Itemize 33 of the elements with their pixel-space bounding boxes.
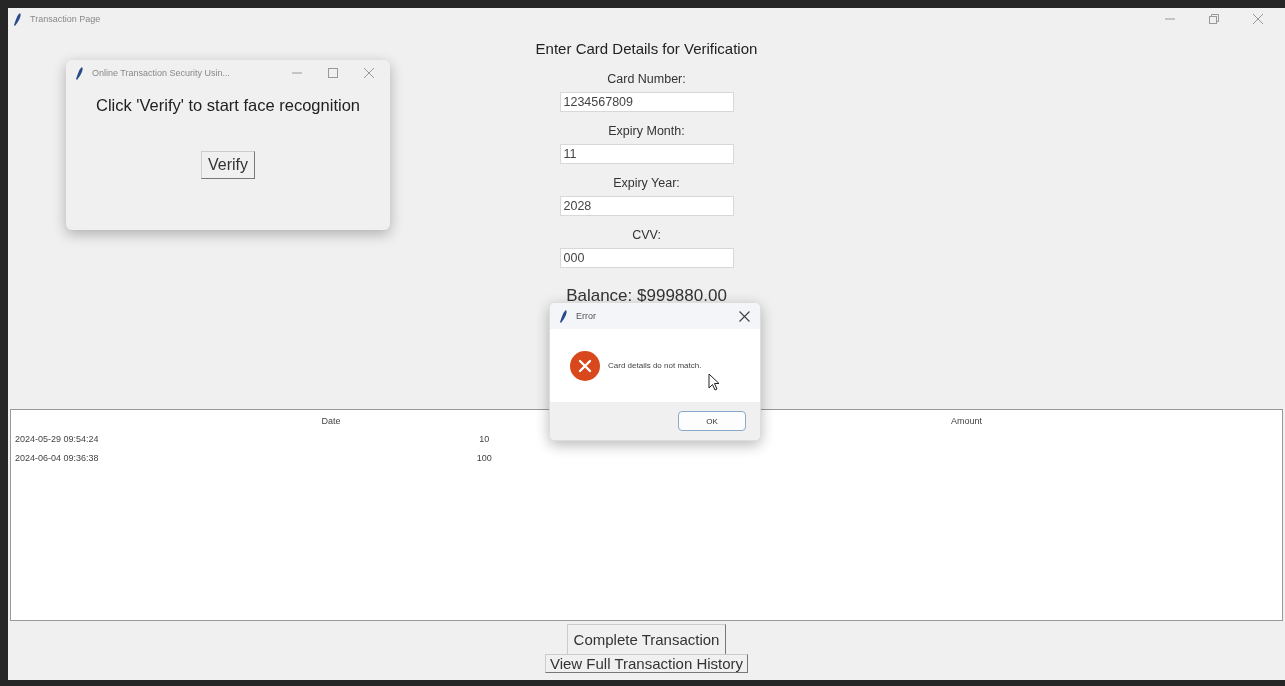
table-cell: 10 <box>479 434 490 444</box>
feather-icon <box>14 12 22 26</box>
verify-button[interactable]: Verify <box>201 151 255 179</box>
transaction-history-button[interactable]: View Full Transaction History <box>544 654 749 673</box>
column-header: Date <box>321 416 341 426</box>
table-cell: 2024-06-04 09:36:38 <box>15 453 99 463</box>
dialog-title: Error <box>576 311 596 321</box>
field-label: Expiry Year: <box>613 176 680 192</box>
feather-icon <box>76 66 84 80</box>
balance-text: Balance: $999880.00 <box>566 286 727 306</box>
dialog-title: Online Transaction Security Usin... <box>92 68 231 78</box>
ok-button[interactable]: OK <box>678 411 746 431</box>
input-field[interactable]: 1234567809 <box>559 92 734 112</box>
maximize-icon[interactable] <box>328 68 338 78</box>
table-cell: 100 <box>476 453 492 463</box>
input-field[interactable]: 2028 <box>559 196 734 216</box>
input-field[interactable]: 11 <box>559 144 734 164</box>
window-title: Transaction Page <box>30 14 101 24</box>
instruction-text: Click 'Verify' to start face recognition <box>96 96 360 115</box>
field-label: CVV: <box>632 228 661 244</box>
input-field[interactable]: 000 <box>559 248 734 268</box>
table-cell: 2024-05-29 09:54:24 <box>15 434 99 444</box>
cursor-icon <box>708 373 720 391</box>
feather-icon <box>560 309 568 323</box>
error-message: Card details do not match. <box>608 361 702 370</box>
form-heading: Enter Card Details for Verification <box>535 40 758 59</box>
complete-transaction-button[interactable]: Complete Transaction <box>566 624 727 655</box>
error-icon <box>570 350 600 381</box>
field-label: Expiry Month: <box>608 124 685 140</box>
restore-icon[interactable] <box>1209 14 1219 24</box>
close-icon[interactable] <box>739 310 750 322</box>
field-label: Card Number: <box>607 72 686 88</box>
column-header: Amount <box>951 416 982 426</box>
